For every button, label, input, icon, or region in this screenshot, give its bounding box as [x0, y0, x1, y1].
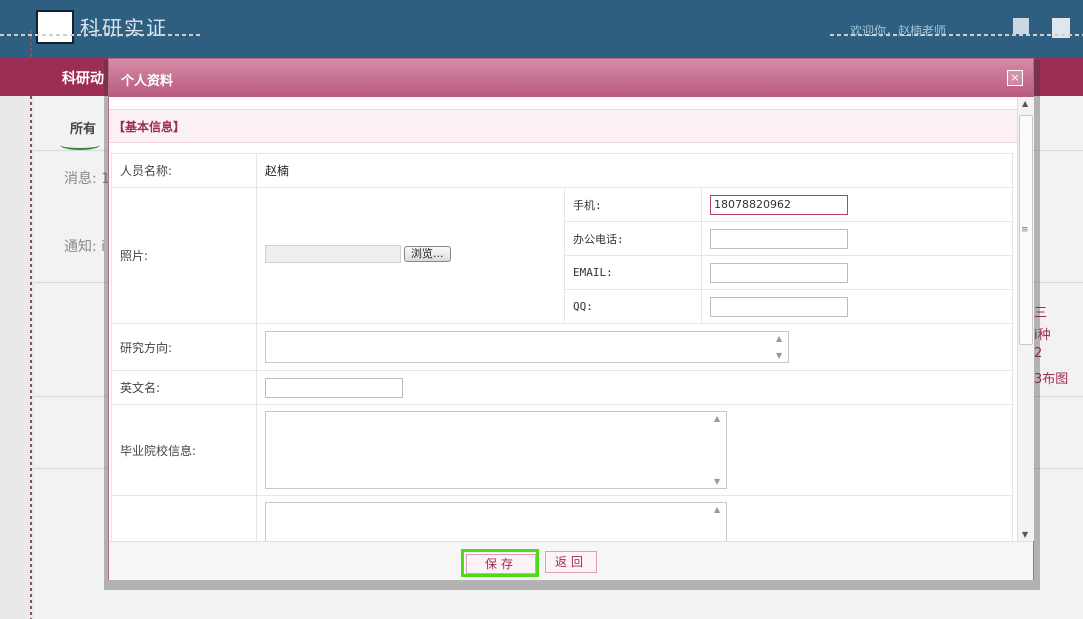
- profile-form: 人员名称: 赵楠 照片: 浏览... 手机: 18078820962 办公电话:: [111, 153, 1013, 541]
- graduate-textarea[interactable]: ▲ ▼: [265, 411, 727, 489]
- photo-file-input[interactable]: 浏览...: [265, 245, 451, 263]
- photo-cell: 浏览...: [256, 187, 565, 324]
- dialog-scrollbar[interactable]: ▲ ≡ ▼: [1017, 97, 1034, 541]
- selection-outline: [830, 34, 1083, 36]
- office-phone-input[interactable]: [710, 228, 848, 249]
- mobile-label: 手机:: [564, 187, 702, 222]
- save-button-label: 保存: [466, 554, 536, 574]
- textarea-scroll[interactable]: ▲ ▼: [774, 334, 786, 360]
- email-cell: [701, 255, 1013, 290]
- save-button[interactable]: 保存: [461, 549, 539, 577]
- textarea-scroll[interactable]: ▲ ▼: [712, 414, 724, 486]
- dialog-header: 个人资料 ×: [109, 59, 1033, 97]
- message-icon[interactable]: [1013, 18, 1029, 34]
- notices-label: 通知: i: [64, 239, 106, 255]
- extra-cell: ▲: [256, 495, 1013, 541]
- mobile-cell: 18078820962: [701, 187, 1013, 222]
- dialog-body: 【基本信息】 人员名称: 赵楠 照片: 浏览... 手机: 1807882096…: [109, 97, 1017, 541]
- english-name-label: 英文名:: [111, 370, 257, 405]
- form-row: 研究方向: ▲ ▼: [111, 323, 1013, 371]
- qq-label: QQ:: [564, 289, 702, 324]
- research-textarea[interactable]: ▲ ▼: [265, 331, 789, 363]
- graduate-label: 毕业院校信息:: [111, 404, 257, 496]
- scroll-up-icon[interactable]: ▲: [1022, 99, 1028, 108]
- extra-textarea[interactable]: ▲: [265, 502, 727, 541]
- close-icon[interactable]: ×: [1007, 70, 1023, 86]
- name-value: 赵楠: [256, 153, 1013, 188]
- file-path-field[interactable]: [265, 245, 401, 263]
- form-row: 毕业院校信息: ▲ ▼: [111, 404, 1013, 496]
- back-button[interactable]: 返回: [545, 551, 597, 573]
- mobile-input[interactable]: 18078820962: [710, 194, 848, 215]
- form-row: 照片: 浏览... 手机: 18078820962: [111, 187, 1013, 324]
- tab-all[interactable]: 所有: [70, 118, 96, 137]
- research-cell: ▲ ▼: [256, 323, 1013, 371]
- app-header: 科研实证 欢迎你，赵楠老师: [0, 0, 1083, 58]
- textarea-scroll[interactable]: ▲: [712, 505, 724, 541]
- research-label: 研究方向:: [111, 323, 257, 371]
- office-phone-cell: [701, 221, 1013, 256]
- welcome-text: 欢迎你，赵楠老师: [850, 24, 947, 38]
- email-input[interactable]: [710, 262, 848, 283]
- scroll-down-icon[interactable]: ▼: [1022, 530, 1028, 539]
- menu-title[interactable]: 科研动: [62, 68, 104, 88]
- section-title: 【基本信息】: [113, 120, 186, 134]
- browse-button[interactable]: 浏览...: [404, 246, 451, 262]
- photo-label: 照片:: [111, 187, 257, 324]
- empty-label: [111, 495, 257, 541]
- qq-input[interactable]: [710, 296, 848, 317]
- form-row: 人员名称: 赵楠: [111, 153, 1013, 188]
- dialog-footer: 保存 返回: [109, 541, 1033, 580]
- qq-cell: [701, 289, 1013, 324]
- form-row: ▲: [111, 495, 1013, 541]
- selection-outline: [30, 30, 32, 619]
- email-label: EMAIL:: [564, 255, 702, 290]
- graduate-cell: ▲ ▼: [256, 404, 1013, 496]
- section-header: 【基本信息】: [109, 109, 1017, 143]
- app-title: 科研实证: [80, 16, 168, 40]
- office-phone-label: 办公电话:: [564, 221, 702, 256]
- name-label: 人员名称:: [111, 153, 257, 188]
- app-logo-icon: [36, 10, 74, 44]
- english-name-cell: [256, 370, 1013, 405]
- tab-indicator: [60, 140, 100, 150]
- profile-dialog: 个人资料 × 【基本信息】 人员名称: 赵楠 照片: 浏览... 手机: 180…: [108, 58, 1034, 580]
- english-name-input[interactable]: [265, 377, 403, 398]
- form-row: 英文名:: [111, 370, 1013, 405]
- scroll-grip-icon: ≡: [1021, 225, 1029, 235]
- dialog-title: 个人资料: [121, 74, 174, 89]
